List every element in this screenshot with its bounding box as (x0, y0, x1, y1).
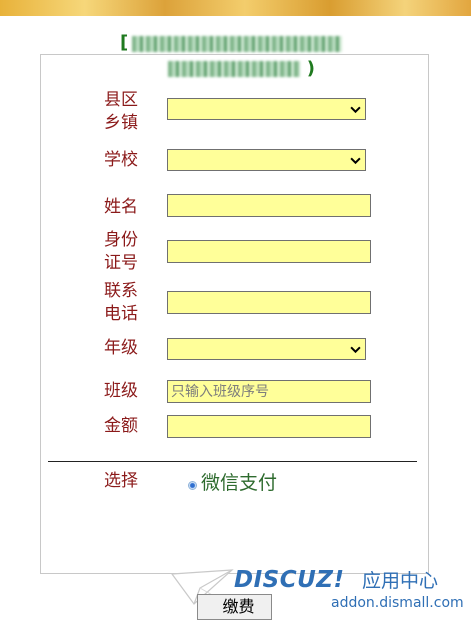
phone-input[interactable] (167, 291, 371, 314)
amount-input[interactable] (167, 415, 371, 438)
chevron-down-icon (350, 346, 361, 353)
divider (48, 461, 417, 462)
name-label: 姓名 (104, 197, 138, 217)
county-town-label: 县区 乡镇 (104, 90, 138, 133)
wechat-pay-label[interactable]: 微信支付 (201, 470, 277, 496)
id-number-label: 身份 证号 (104, 230, 138, 273)
class-label: 班级 (104, 381, 138, 401)
name-input[interactable] (167, 194, 371, 217)
obscured-title-text (132, 36, 342, 52)
wechat-pay-radio[interactable] (188, 481, 197, 490)
grade-label: 年级 (104, 338, 138, 358)
county-town-select[interactable] (167, 98, 366, 120)
chevron-down-icon (350, 157, 361, 164)
watermark-brand: DISCUZ! (234, 567, 345, 593)
school-select[interactable] (167, 149, 366, 171)
payment-label: 选择 (104, 471, 138, 491)
phone-label: 联系 电话 (104, 281, 138, 324)
top-banner (0, 0, 471, 16)
grade-select[interactable] (167, 338, 366, 360)
class-input[interactable] (167, 380, 371, 403)
id-number-input[interactable] (167, 240, 371, 263)
school-label: 学校 (104, 150, 138, 170)
watermark-brand-cn: 应用中心 (362, 570, 439, 592)
pay-button[interactable]: 缴费 (197, 594, 272, 620)
chevron-down-icon (350, 106, 361, 113)
form-container (40, 54, 429, 574)
amount-label: 金额 (104, 416, 138, 436)
watermark-url: addon.dismall.com (331, 595, 464, 611)
